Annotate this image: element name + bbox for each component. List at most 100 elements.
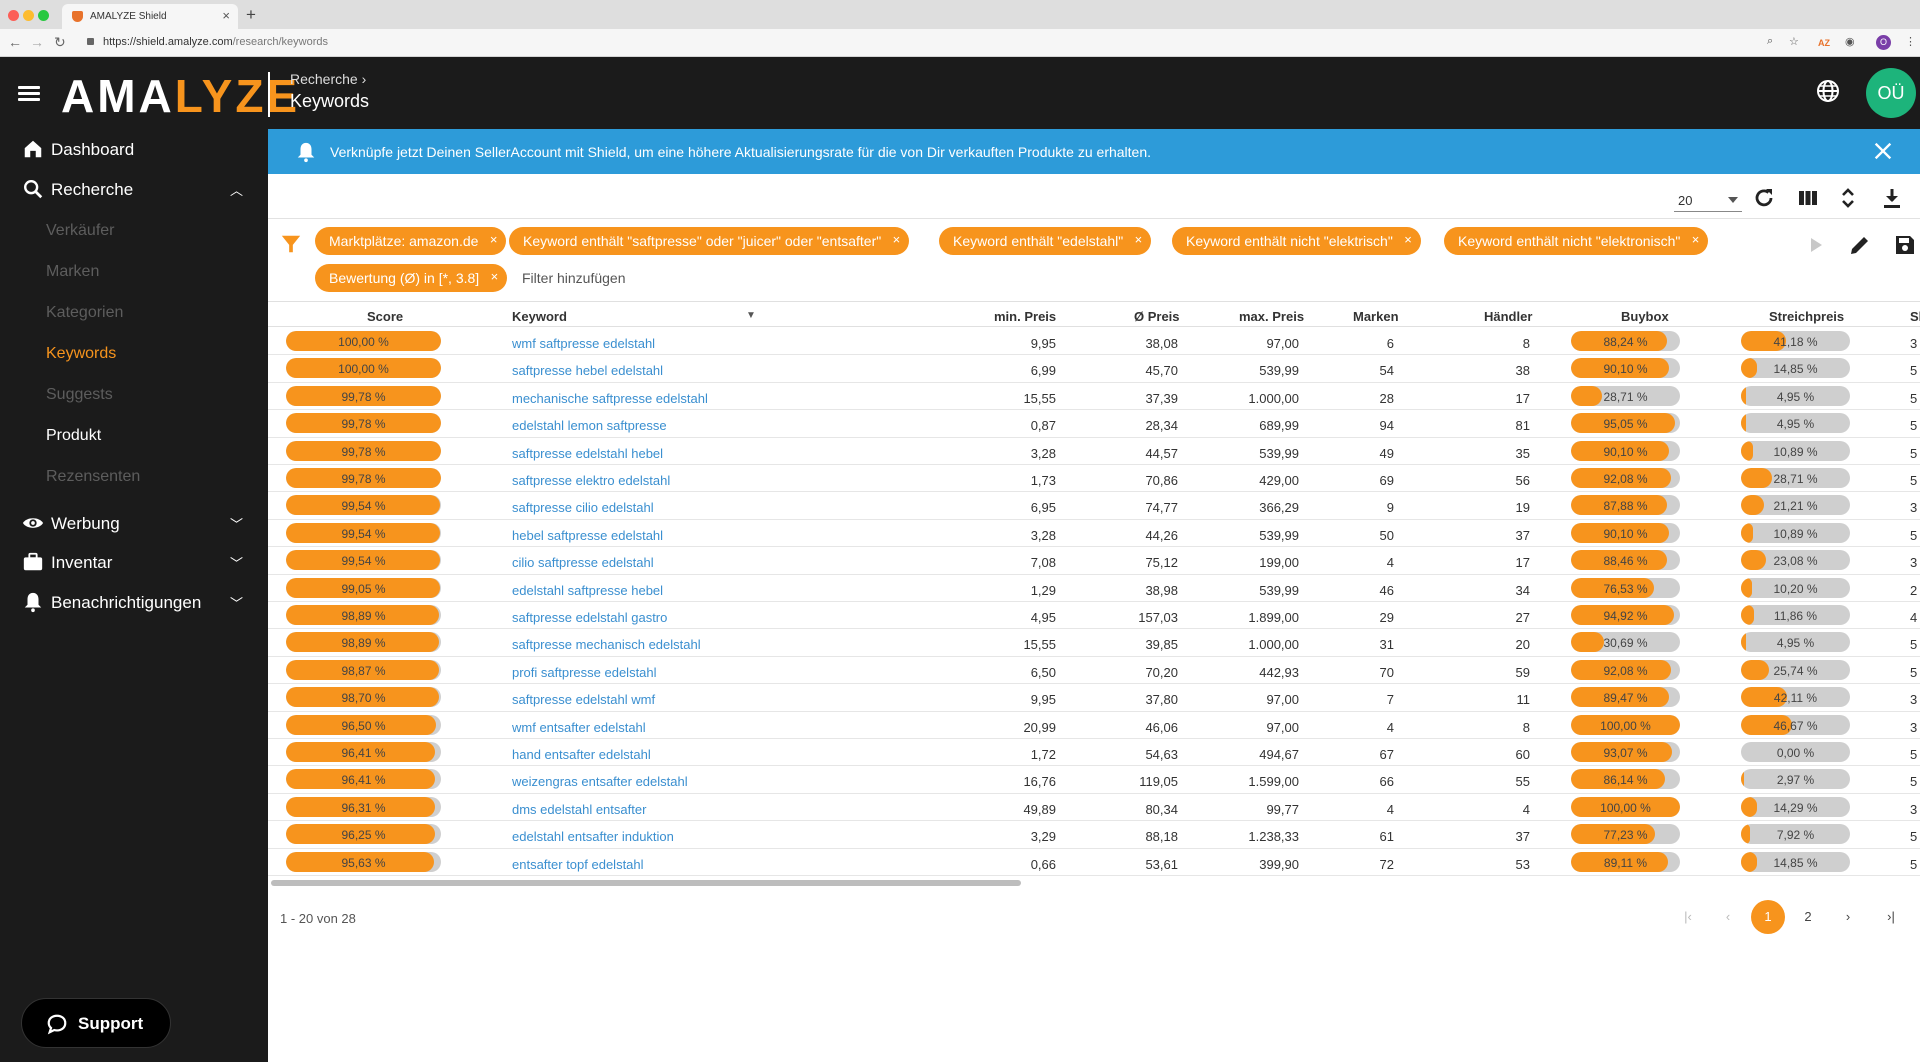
play-icon[interactable] [1804,233,1828,257]
keyword-link[interactable]: edelstahl lemon saftpresse [512,418,667,433]
sidebar-sub-kategorien[interactable]: Kategorien [46,304,123,322]
filter-chip-rating[interactable]: Bewertung (Ø) in [*, 3.8] × [315,264,508,292]
keyword-link[interactable]: edelstahl entsafter induktion [512,829,674,844]
banner-text: Verknüpfe jetzt Deinen SellerAccount mit… [330,144,1152,160]
sidebar-sub-suggests[interactable]: Suggests [46,386,113,404]
globe-icon[interactable] [1816,79,1840,103]
filter-chip-keyword-contains-any[interactable]: Keyword enthält "saftpresse" oder "juice… [509,227,910,255]
user-avatar[interactable]: OÜ [1866,68,1916,118]
tab-close-icon[interactable]: × [222,8,230,23]
keyword-link[interactable]: saftpresse edelstahl wmf [512,692,655,707]
streichpreis-bar-label: 0,00 % [1776,746,1815,760]
column-header-haendler[interactable]: Händler [1484,309,1532,324]
keyword-link[interactable]: edelstahl saftpresse hebel [512,583,663,598]
last-page-icon[interactable]: ›| [1874,900,1908,934]
sidebar-item-benachrichtigungen[interactable]: Benachrichtigungen ﹀ [0,585,268,619]
chip-remove-icon[interactable]: × [1692,232,1700,247]
sidebar-sub-rezensenten[interactable]: Rezensenten [46,468,140,486]
chip-remove-icon[interactable]: × [893,232,901,247]
url-field[interactable]: https://shield.amalyze.com/research/keyw… [103,36,328,48]
filter-chip-marketplace[interactable]: Marktplätze: amazon.de × [315,227,507,255]
column-header-max-preis[interactable]: max. Preis [1239,309,1304,324]
keyword-link[interactable]: wmf saftpresse edelstahl [512,336,655,351]
column-header-buybox[interactable]: Buybox [1621,309,1669,324]
keyword-link[interactable]: mechanische saftpresse edelstahl [512,391,708,406]
forward-icon[interactable]: → [30,34,44,50]
keyword-link[interactable]: saftpresse cilio edelstahl [512,500,654,515]
zoom-icon[interactable]: ⌕ [1767,35,1773,48]
breadcrumb[interactable]: Recherche › [290,71,366,87]
first-page-icon[interactable]: |‹ [1671,900,1705,934]
sidebar-sub-verkaeufer[interactable]: Verkäufer [46,222,114,240]
columns-icon[interactable] [1796,186,1820,210]
window-close-dot[interactable] [8,10,19,21]
add-filter-input[interactable]: Filter hinzufügen [522,270,626,286]
keyword-link[interactable]: hand entsafter edelstahl [512,747,651,762]
bookmark-star-icon[interactable]: ☆ [1789,35,1799,48]
extension-icon[interactable]: ◉ [1845,35,1855,48]
back-icon[interactable]: ← [8,34,22,50]
save-icon[interactable] [1893,233,1917,257]
filter-funnel-icon[interactable] [280,233,302,255]
az-extension-icon[interactable]: AZ [1818,38,1830,48]
sidebar-sub-produkt[interactable]: Produkt [46,427,101,445]
browser-menu-icon[interactable]: ⋮ [1905,35,1916,48]
column-header-cut[interactable]: Sh [1910,309,1920,324]
refresh-icon[interactable] [1752,186,1776,210]
sidebar-sub-keywords[interactable]: Keywords [46,345,116,363]
filter-chip-keyword-contains[interactable]: Keyword enthält "edelstahl" × [939,227,1152,255]
horizontal-scrollbar[interactable] [268,879,1920,887]
filter-chip-not-elektrisch[interactable]: Keyword enthält nicht "elektrisch" × [1172,227,1421,255]
chip-remove-icon[interactable]: × [491,269,499,284]
profile-avatar[interactable]: O [1876,35,1891,50]
column-header-keyword[interactable]: Keyword [512,309,567,324]
sidebar-item-inventar[interactable]: Inventar ﹀ [0,545,268,579]
close-icon[interactable] [1872,140,1894,162]
sidebar-item-werbung[interactable]: Werbung ﹀ [0,506,268,540]
page-1-button[interactable]: 1 [1751,900,1785,934]
column-header-marken[interactable]: Marken [1353,309,1399,324]
edit-pencil-icon[interactable] [1848,233,1872,257]
column-header-streichpreis[interactable]: Streichpreis [1769,309,1844,324]
keyword-link[interactable]: cilio saftpresse edelstahl [512,555,654,570]
sidebar-sub-marken[interactable]: Marken [46,263,99,281]
keyword-link[interactable]: saftpresse elektro edelstahl [512,473,670,488]
download-icon[interactable] [1880,186,1904,210]
marken-cell: 9 [1386,500,1394,516]
window-zoom-dot[interactable] [38,10,49,21]
sidebar-item-recherche[interactable]: Recherche ︿ [0,172,268,206]
column-header-min-preis[interactable]: min. Preis [994,309,1056,324]
support-button[interactable]: Support [21,998,171,1048]
keyword-link[interactable]: saftpresse hebel edelstahl [512,363,663,378]
chip-remove-icon[interactable]: × [1135,232,1143,247]
filter-chip-not-elektronisch[interactable]: Keyword enthält nicht "elektronisch" × [1444,227,1709,255]
hamburger-menu-icon[interactable] [18,86,40,102]
keyword-link[interactable]: entsafter topf edelstahl [512,857,644,872]
keyword-link[interactable]: dms edelstahl entsafter [512,802,646,817]
reload-icon[interactable]: ↻ [54,34,66,51]
keyword-link[interactable]: weizengras entsafter edelstahl [512,774,688,789]
scrollbar-thumb[interactable] [271,880,1021,886]
chip-remove-icon[interactable]: × [490,232,498,247]
column-header-score[interactable]: Score [367,309,403,324]
keyword-link[interactable]: saftpresse edelstahl hebel [512,446,663,461]
prev-page-icon[interactable]: ‹ [1711,900,1745,934]
sort-down-icon[interactable]: ▼ [746,310,756,321]
new-tab-button[interactable]: + [246,5,256,25]
keyword-link[interactable]: wmf entsafter edelstahl [512,720,646,735]
sidebar-item-dashboard[interactable]: Dashboard [0,132,268,166]
page-size-select[interactable]: 20 [1674,188,1742,212]
chip-remove-icon[interactable]: × [1404,232,1412,247]
window-minimize-dot[interactable] [23,10,34,21]
column-header-avg-preis[interactable]: Ø Preis [1134,309,1180,324]
keyword-link[interactable]: saftpresse mechanisch edelstahl [512,637,701,652]
next-page-icon[interactable]: › [1831,900,1865,934]
keyword-link[interactable]: saftpresse edelstahl gastro [512,610,667,625]
keyword-link[interactable]: profi saftpresse edelstahl [512,665,657,680]
page-2-button[interactable]: 2 [1791,900,1825,934]
streichpreis-bar-label: 42,11 % [1773,691,1818,706]
keyword-link[interactable]: hebel saftpresse edelstahl [512,528,663,543]
browser-tab[interactable]: AMALYZE Shield × [62,4,238,29]
amalyze-logo[interactable]: AMALYZE [61,69,300,123]
expand-rows-icon[interactable] [1836,186,1860,210]
